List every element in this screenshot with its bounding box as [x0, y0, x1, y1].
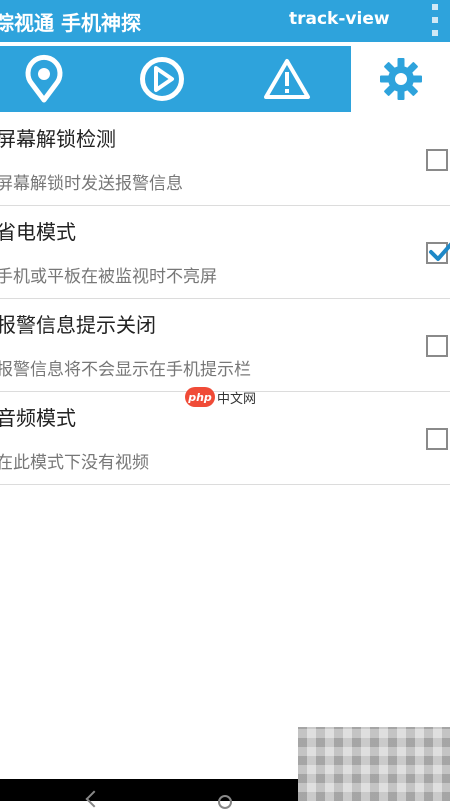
- tab-alert[interactable]: [240, 46, 334, 112]
- setting-item-screen-unlock[interactable]: 屏幕解锁检测 屏幕解锁时发送报警信息: [0, 113, 450, 206]
- back-icon[interactable]: [85, 790, 103, 808]
- watermark-logo: php: [185, 387, 215, 407]
- app-title: 踪视通 手机神探: [0, 11, 141, 35]
- setting-summary: 手机或平板在被监视时不亮屏: [0, 267, 217, 287]
- location-pin-icon: [25, 54, 63, 103]
- screen-unlock-checkbox[interactable]: [426, 149, 448, 171]
- overflow-menu-icon[interactable]: [428, 2, 442, 38]
- setting-summary: 屏幕解锁时发送报警信息: [0, 174, 183, 194]
- play-icon: [140, 57, 184, 101]
- power-saving-checkbox[interactable]: [426, 242, 450, 264]
- audio-mode-checkbox[interactable]: [426, 428, 448, 450]
- setting-title: 音频模式: [0, 406, 76, 430]
- tab-location[interactable]: [0, 46, 88, 112]
- settings-list: 屏幕解锁检测 屏幕解锁时发送报警信息 省电模式 手机或平板在被监视时不亮屏 报警…: [0, 113, 450, 485]
- tab-play[interactable]: [115, 46, 209, 112]
- alert-notification-checkbox[interactable]: [426, 335, 448, 357]
- setting-item-alert-notification-off[interactable]: 报警信息提示关闭 报警信息将不会显示在手机提示栏: [0, 299, 450, 392]
- checkmark-icon: [429, 242, 450, 261]
- gear-icon: [379, 58, 422, 100]
- setting-title: 报警信息提示关闭: [0, 313, 156, 337]
- pixelated-area: [298, 727, 450, 801]
- tab-settings[interactable]: [351, 46, 450, 112]
- warning-icon: [264, 59, 310, 99]
- tab-bar: [0, 46, 450, 112]
- setting-item-power-saving[interactable]: 省电模式 手机或平板在被监视时不亮屏: [0, 206, 450, 299]
- setting-summary: 报警信息将不会显示在手机提示栏: [0, 360, 251, 380]
- app-bar: 踪视通 手机神探 track-view: [0, 0, 450, 42]
- app-subtitle: track-view: [289, 9, 390, 29]
- home-icon[interactable]: [218, 795, 232, 809]
- setting-title: 屏幕解锁检测: [0, 127, 116, 151]
- setting-title: 省电模式: [0, 220, 76, 244]
- watermark: php 中文网: [185, 387, 256, 407]
- setting-summary: 在此模式下没有视频: [0, 453, 149, 473]
- watermark-text: 中文网: [217, 391, 257, 407]
